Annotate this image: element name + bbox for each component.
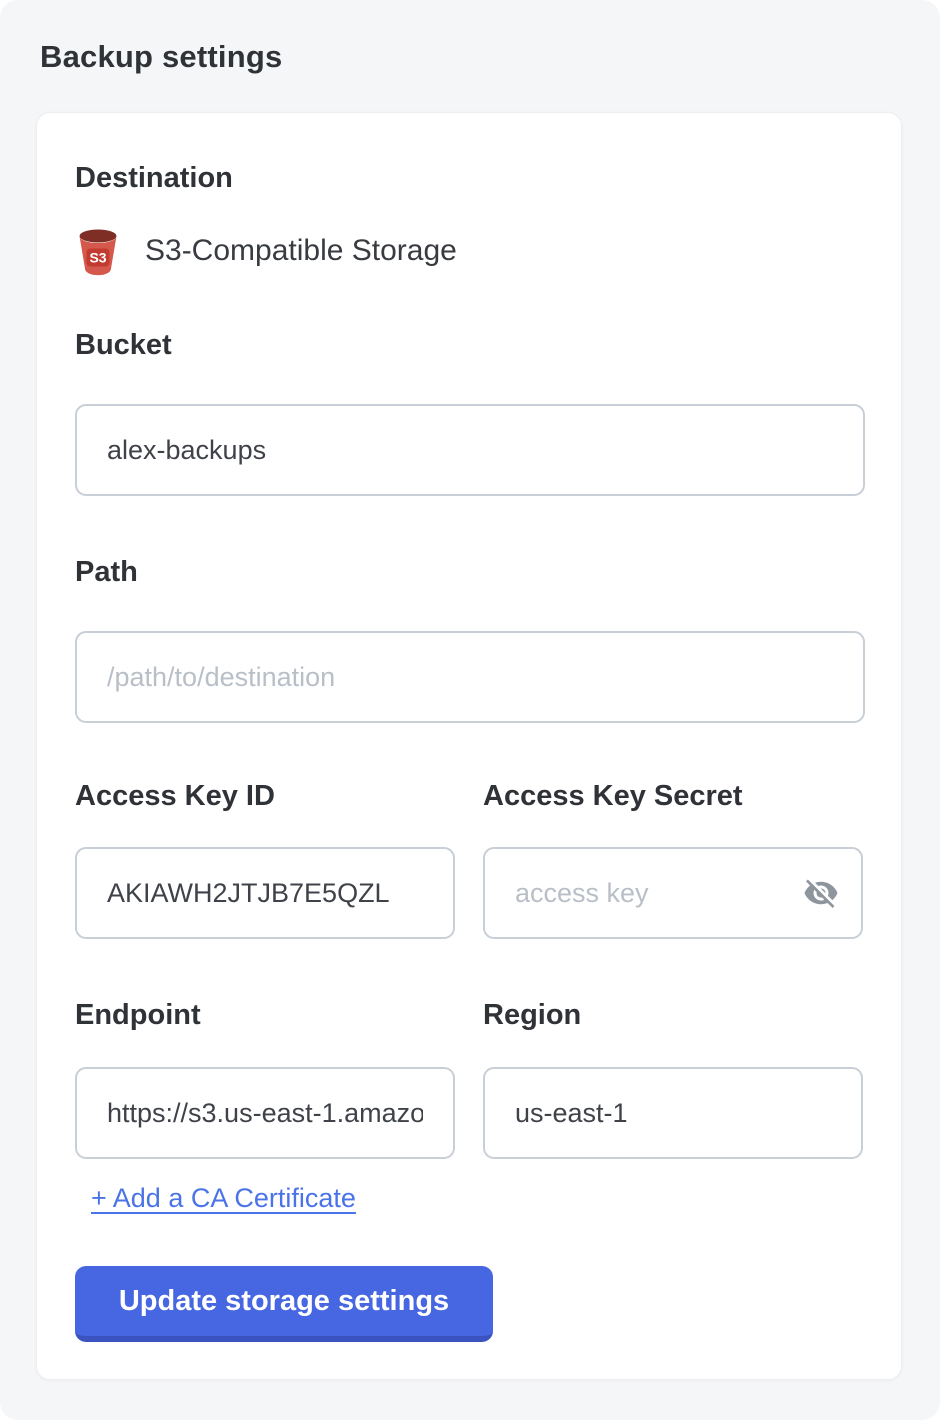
update-storage-settings-button[interactable]: Update storage settings xyxy=(75,1266,493,1342)
eye-off-icon xyxy=(803,899,839,914)
bucket-input[interactable] xyxy=(75,404,865,496)
region-label: Region xyxy=(483,998,863,1032)
access-key-id-label: Access Key ID xyxy=(75,779,455,813)
destination-value: S3-Compatible Storage xyxy=(145,234,457,268)
access-key-secret-field xyxy=(483,847,863,939)
backup-settings-card: Destination S3 S3-Compatible Storage Buc… xyxy=(36,112,902,1380)
s3-bucket-icon: S3 xyxy=(75,226,121,276)
toggle-secret-visibility-button[interactable] xyxy=(799,871,843,915)
backup-settings-page: Backup settings Destination S3 S3-Compat… xyxy=(0,0,940,1420)
region-input[interactable] xyxy=(483,1067,863,1159)
add-ca-certificate-link[interactable]: + Add a CA Certificate xyxy=(91,1183,356,1214)
destination-label: Destination xyxy=(75,161,863,195)
access-key-secret-label: Access Key Secret xyxy=(483,779,863,813)
page-title: Backup settings xyxy=(0,0,940,74)
access-key-labels-row: Access Key ID Access Key Secret xyxy=(75,779,863,813)
path-label: Path xyxy=(75,555,863,589)
destination-row: S3 S3-Compatible Storage xyxy=(75,223,863,279)
access-key-id-input[interactable] xyxy=(75,847,455,939)
endpoint-label: Endpoint xyxy=(75,998,455,1032)
bucket-label: Bucket xyxy=(75,328,863,362)
endpoint-region-inputs-row xyxy=(75,1067,863,1159)
access-key-inputs-row xyxy=(75,847,863,939)
path-input[interactable] xyxy=(75,631,865,723)
endpoint-region-labels-row: Endpoint Region xyxy=(75,998,863,1032)
svg-text:S3: S3 xyxy=(89,250,106,266)
endpoint-input[interactable] xyxy=(75,1067,455,1159)
